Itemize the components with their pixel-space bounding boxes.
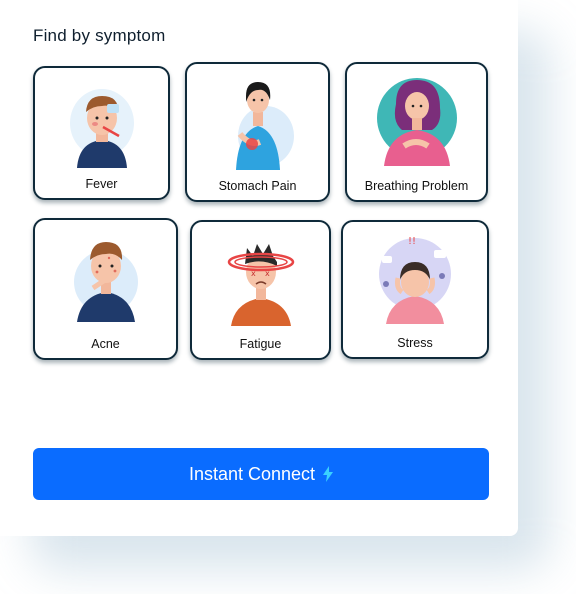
instant-connect-button[interactable]: Instant Connect (33, 448, 489, 500)
symptom-card-fatigue[interactable]: x x Fatigue (190, 220, 331, 360)
svg-text:!!: !! (408, 236, 416, 247)
symptom-label-stomach-pain: Stomach Pain (218, 179, 297, 193)
acne-illustration-icon (73, 242, 138, 322)
fatigue-illustration-icon: x x (227, 244, 294, 326)
symptom-label-stress: Stress (397, 336, 433, 350)
symptom-card-acne[interactable]: Acne (33, 218, 178, 360)
lightning-icon (323, 466, 334, 482)
svg-text:x: x (265, 269, 270, 278)
instant-connect-label: Instant Connect (188, 463, 316, 484)
section-title: Find by symptom (33, 26, 166, 45)
stress-illustration-icon: !! (379, 236, 451, 324)
symptom-card-stomach-pain[interactable]: Stomach Pain (185, 62, 330, 202)
symptom-label-fever: Fever (85, 177, 118, 191)
symptom-label-acne: Acne (91, 337, 120, 351)
symptom-label-fatigue: Fatigue (239, 337, 282, 351)
symptom-panel: Find by symptom Fever Stomach Pain Breat… (0, 0, 518, 536)
symptom-card-stress[interactable]: !! Stress (341, 220, 489, 359)
svg-text:x: x (251, 269, 256, 278)
symptom-card-fever[interactable]: Fever (33, 66, 170, 200)
symptom-card-breathing-problem[interactable]: Breathing Problem (345, 62, 488, 202)
breathing-problem-illustration-icon (376, 78, 457, 166)
stomach-pain-illustration-icon (235, 82, 294, 170)
symptom-label-breathing-problem: Breathing Problem (364, 179, 469, 193)
fever-illustration-icon (69, 89, 134, 168)
